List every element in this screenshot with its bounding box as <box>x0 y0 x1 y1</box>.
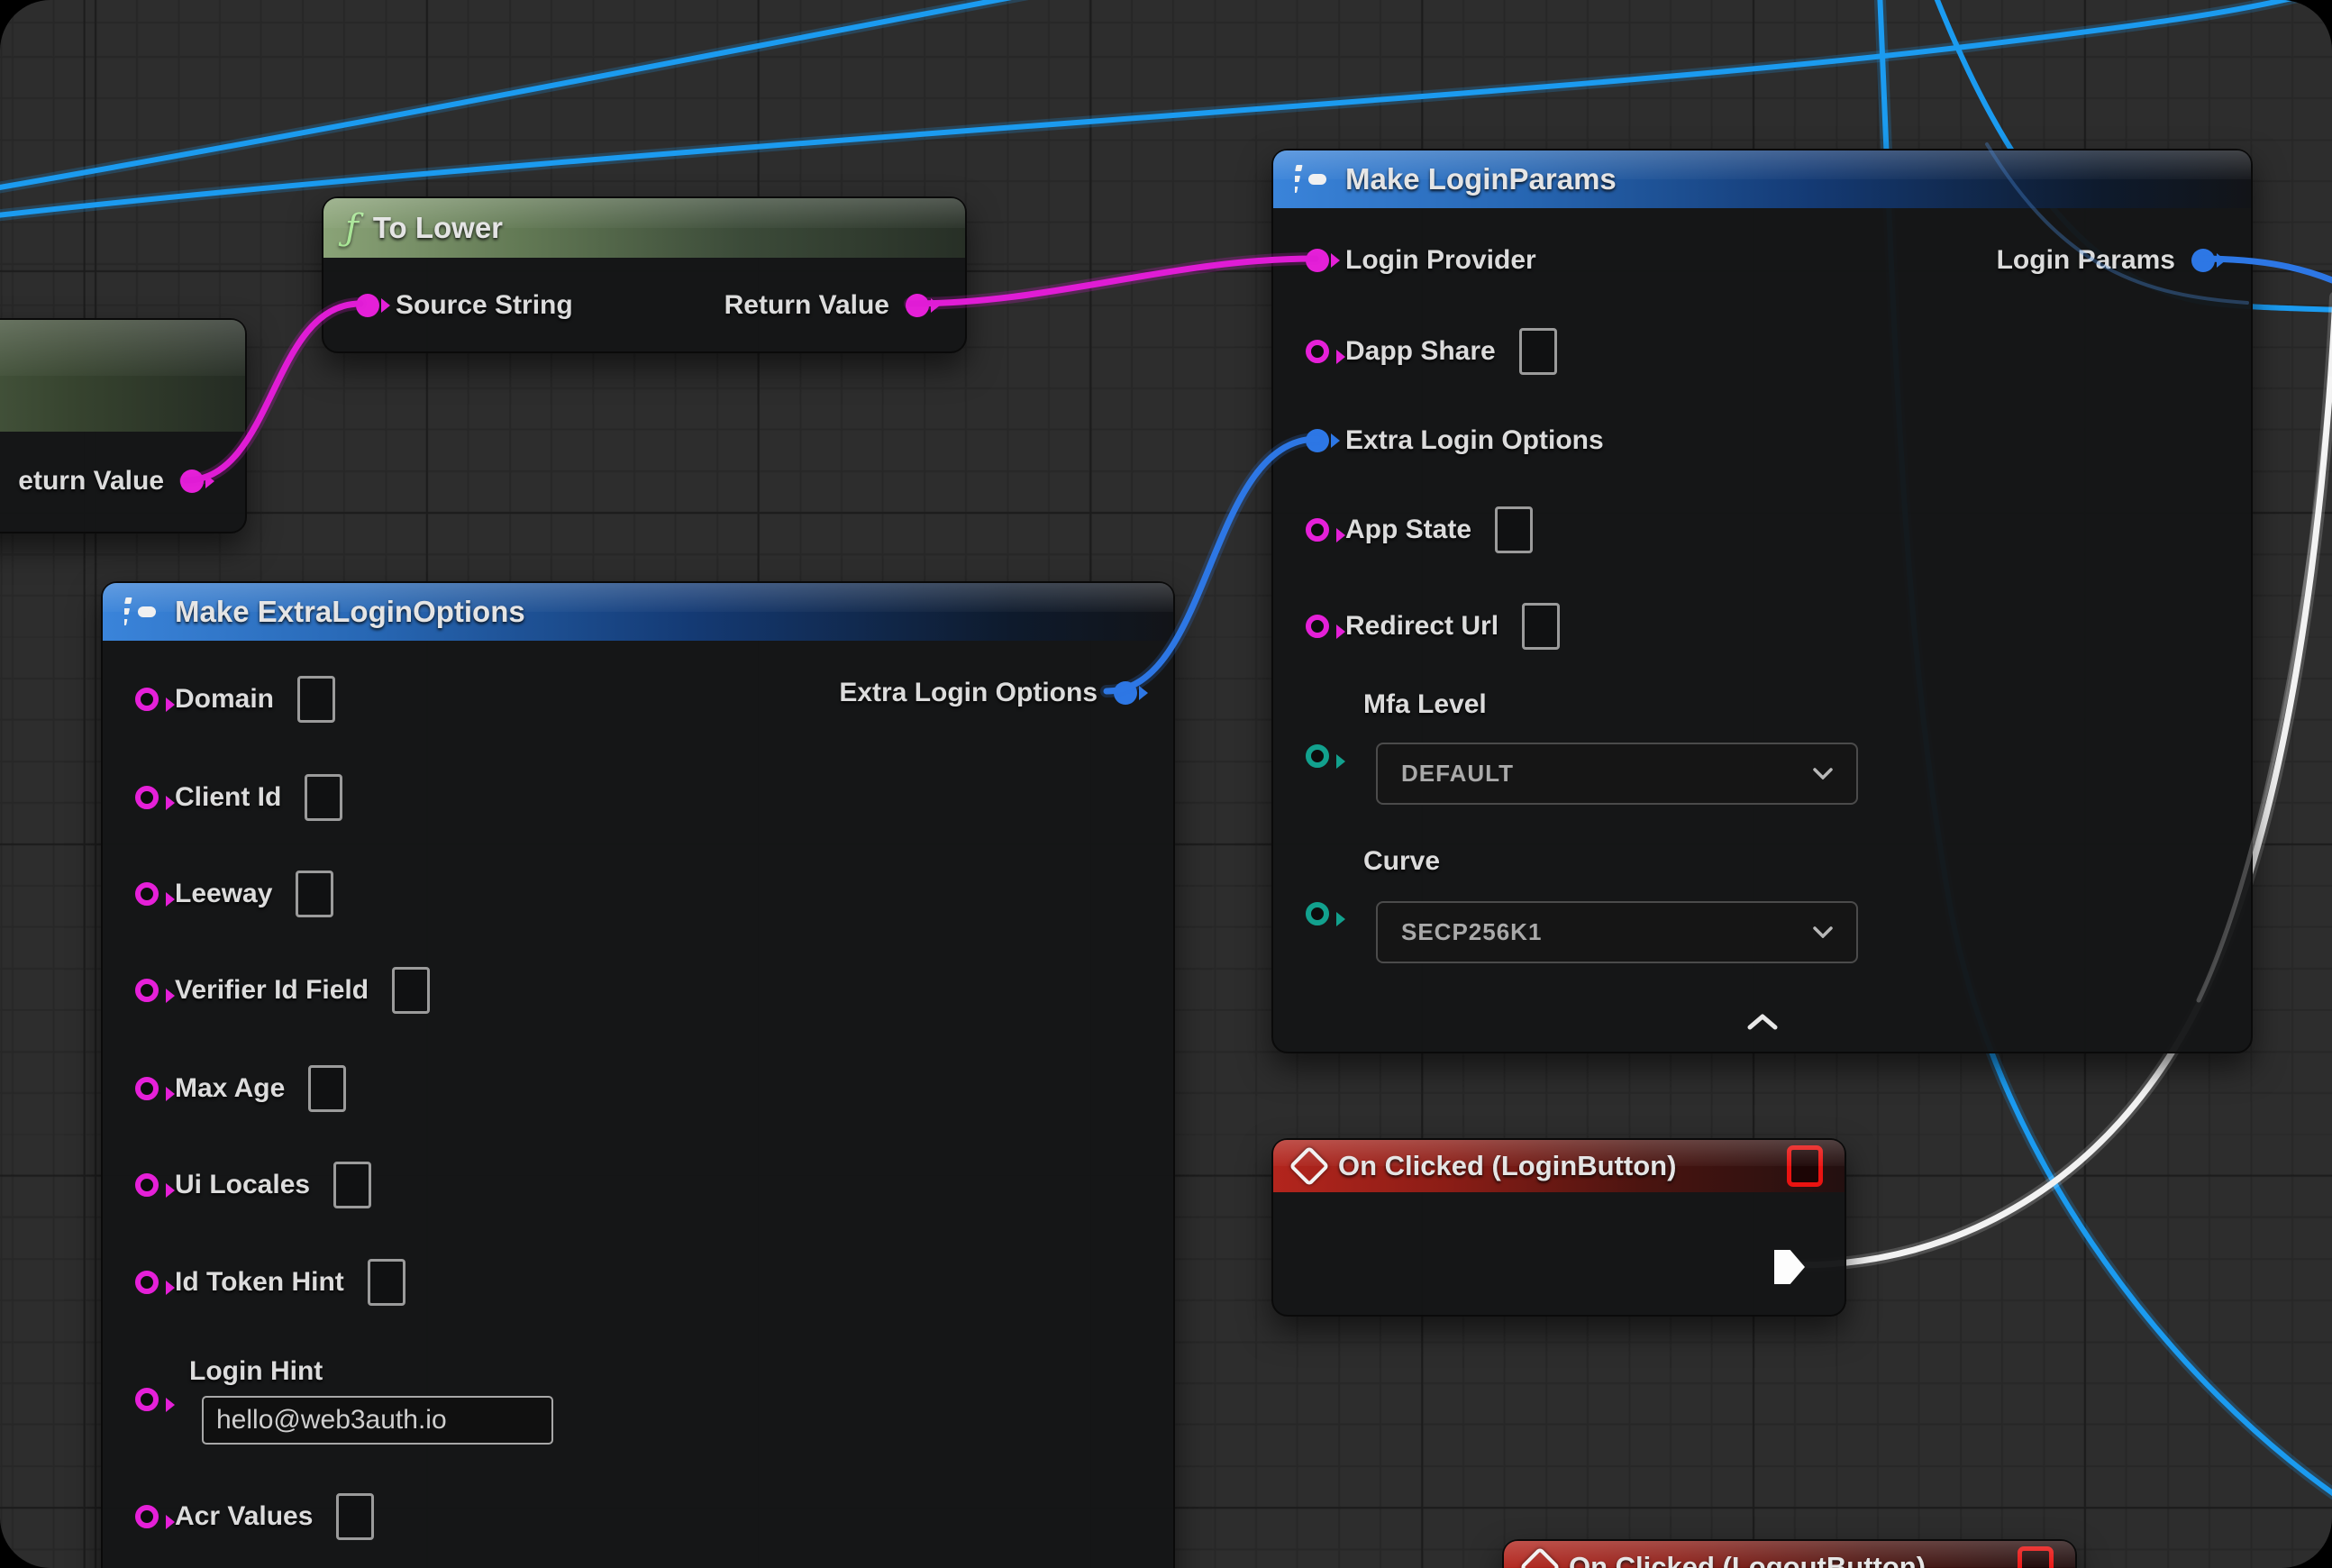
client-id-pin[interactable] <box>135 786 159 809</box>
curve-pin[interactable] <box>1306 902 1329 925</box>
exec-output-pin[interactable] <box>1774 1250 1805 1284</box>
client-id-label: Client Id <box>175 782 281 813</box>
max-age-label: Max Age <box>175 1073 285 1104</box>
on-clicked-login-header[interactable]: On Clicked (LoginButton) <box>1273 1140 1845 1192</box>
login-params-output-pin[interactable] <box>2191 249 2215 272</box>
app-state-label: App State <box>1345 515 1471 545</box>
make-struct-icon <box>124 596 160 628</box>
widget-bound-event-icon[interactable] <box>2018 1546 2054 1568</box>
client-id-checkbox[interactable] <box>305 774 342 821</box>
redirect-url-pin[interactable] <box>1306 615 1329 638</box>
ui-locales-checkbox[interactable] <box>333 1162 371 1208</box>
node-make-login-params[interactable]: Make LoginParams Login Provider Login Pa… <box>1271 149 2253 1053</box>
dapp-share-pin[interactable] <box>1306 340 1329 363</box>
leeway-checkbox[interactable] <box>296 871 333 917</box>
make-login-params-title: Make LoginParams <box>1345 162 1617 196</box>
node-make-extra-login-options[interactable]: Make ExtraLoginOptions Domain Client Id … <box>101 581 1175 1568</box>
to-lower-return-value-output-pin[interactable] <box>906 294 929 317</box>
dapp-share-label: Dapp Share <box>1345 336 1496 367</box>
verifier-id-field-label: Verifier Id Field <box>175 975 369 1006</box>
event-diamond-icon <box>1289 1145 1329 1186</box>
login-hint-label: Login Hint <box>189 1356 323 1387</box>
source-string-input-pin[interactable] <box>356 294 379 317</box>
curve-dropdown[interactable]: SECP256K1 <box>1376 901 1858 963</box>
event-diamond-icon <box>1519 1546 1560 1568</box>
verifier-id-field-checkbox[interactable] <box>392 967 430 1014</box>
ui-locales-label: Ui Locales <box>175 1170 310 1200</box>
mfa-level-pin[interactable] <box>1306 744 1329 768</box>
login-provider-label: Login Provider <box>1345 245 1536 276</box>
login-params-output-label: Login Params <box>1997 245 2175 276</box>
acr-values-checkbox[interactable] <box>336 1493 374 1540</box>
id-token-hint-pin[interactable] <box>135 1271 159 1294</box>
domain-checkbox[interactable] <box>297 676 335 723</box>
partial-function-header[interactable]: tion ox (String) <box>0 320 245 432</box>
mfa-level-dropdown[interactable]: DEFAULT <box>1376 743 1858 805</box>
leeway-label: Leeway <box>175 879 272 909</box>
redirect-url-label: Redirect Url <box>1345 611 1498 642</box>
node-on-clicked-login-button[interactable]: On Clicked (LoginButton) <box>1271 1138 1846 1317</box>
max-age-checkbox[interactable] <box>308 1065 346 1112</box>
node-to-lower[interactable]: ƒ To Lower Source String Return Value <box>322 196 967 353</box>
ui-locales-pin[interactable] <box>135 1173 159 1197</box>
return-value-output-pin[interactable] <box>180 469 204 493</box>
function-icon: ƒ <box>345 210 359 246</box>
to-lower-title: To Lower <box>373 211 503 245</box>
app-state-pin[interactable] <box>1306 518 1329 542</box>
collapse-chevron-icon[interactable] <box>1747 1014 1778 1030</box>
id-token-hint-checkbox[interactable] <box>368 1259 405 1306</box>
login-hint-pin[interactable] <box>135 1388 159 1411</box>
id-token-hint-label: Id Token Hint <box>175 1267 344 1298</box>
dapp-share-checkbox[interactable] <box>1519 328 1557 375</box>
widget-bound-event-icon[interactable] <box>1787 1145 1823 1187</box>
on-clicked-login-title: On Clicked (LoginButton) <box>1338 1150 1676 1182</box>
to-lower-header[interactable]: ƒ To Lower <box>323 198 965 258</box>
node-partial-function[interactable]: tion ox (String) eturn Value <box>0 318 247 533</box>
mfa-level-value: DEFAULT <box>1401 760 1514 788</box>
on-clicked-logout-title: On Clicked (LogoutButton) <box>1569 1551 1926 1568</box>
acr-values-pin[interactable] <box>135 1505 159 1528</box>
return-value-label: eturn Value <box>18 466 164 497</box>
mfa-level-label: Mfa Level <box>1363 689 1487 720</box>
leeway-pin[interactable] <box>135 882 159 906</box>
make-extra-login-options-title: Make ExtraLoginOptions <box>175 595 525 629</box>
on-clicked-logout-header[interactable]: On Clicked (LogoutButton) <box>1504 1541 2075 1568</box>
acr-values-label: Acr Values <box>175 1501 313 1532</box>
to-lower-return-value-label: Return Value <box>724 290 889 321</box>
login-provider-pin[interactable] <box>1306 249 1329 272</box>
node-on-clicked-logout-button[interactable]: On Clicked (LogoutButton) <box>1502 1539 2077 1568</box>
make-login-params-header[interactable]: Make LoginParams <box>1273 150 2251 208</box>
extra-login-options-output-label: Extra Login Options <box>839 678 1098 708</box>
redirect-url-checkbox[interactable] <box>1522 603 1560 650</box>
max-age-pin[interactable] <box>135 1077 159 1100</box>
chevron-down-icon <box>1813 926 1833 938</box>
login-hint-input[interactable] <box>202 1396 553 1445</box>
domain-label: Domain <box>175 684 274 715</box>
curve-label: Curve <box>1363 846 1440 877</box>
blueprint-graph-canvas[interactable]: tion ox (String) eturn Value ƒ To Lower … <box>0 0 2332 1568</box>
make-struct-icon <box>1295 163 1331 196</box>
extra-login-options-input-pin[interactable] <box>1306 429 1329 452</box>
source-string-label: Source String <box>396 290 573 321</box>
domain-pin[interactable] <box>135 688 159 711</box>
app-state-checkbox[interactable] <box>1495 506 1533 553</box>
extra-login-options-output-pin[interactable] <box>1114 681 1137 705</box>
make-extra-login-options-header[interactable]: Make ExtraLoginOptions <box>103 583 1173 641</box>
verifier-id-field-pin[interactable] <box>135 979 159 1002</box>
curve-value: SECP256K1 <box>1401 918 1542 946</box>
chevron-down-icon <box>1813 768 1833 779</box>
extra-login-options-input-label: Extra Login Options <box>1345 425 1604 456</box>
